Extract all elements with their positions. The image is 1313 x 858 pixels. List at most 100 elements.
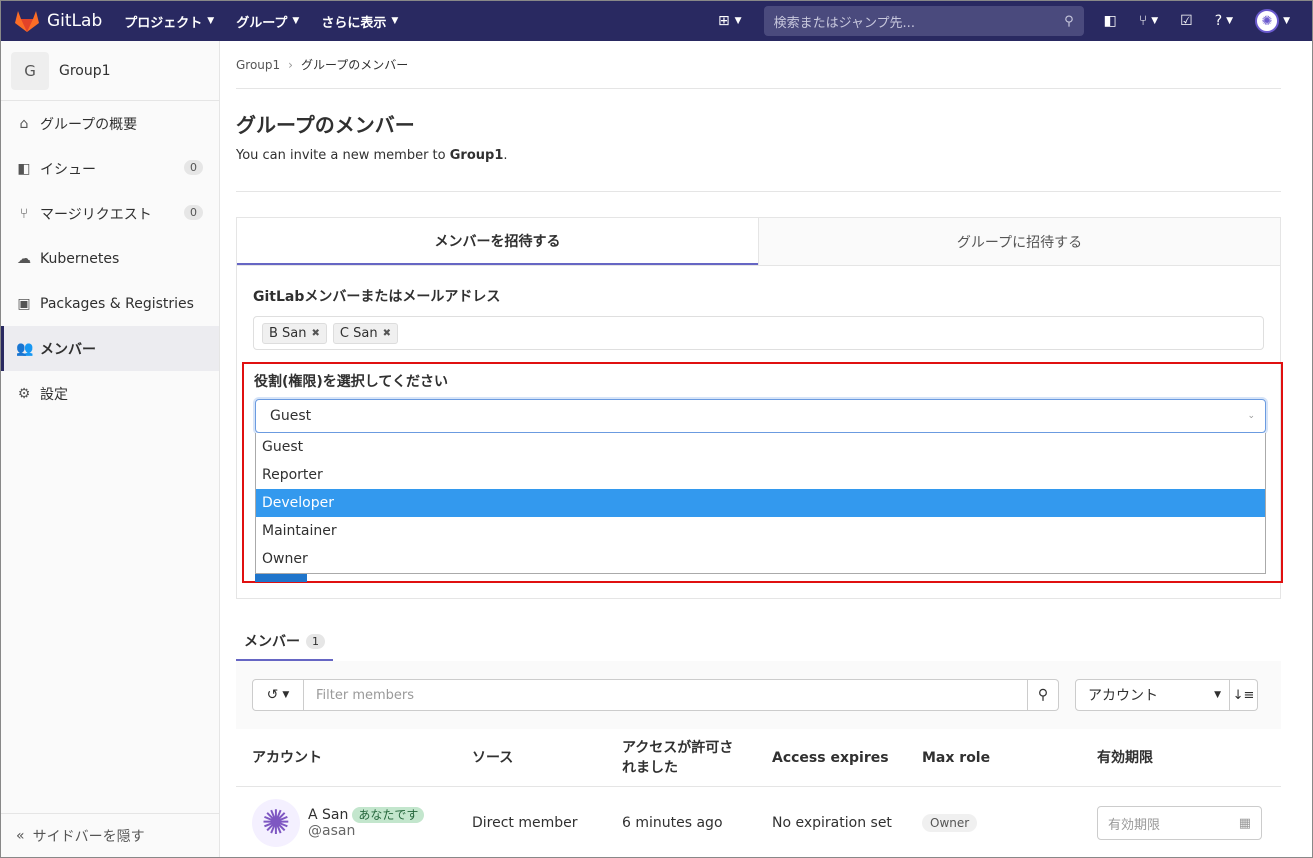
- breadcrumb: Group1 › グループのメンバー: [236, 41, 1281, 89]
- column-header: 有効期限: [1097, 750, 1153, 766]
- members-table-header: アカウント ソース アクセスが許可されました Access expires Ma…: [236, 729, 1281, 787]
- issues-icon: ◧: [17, 160, 31, 177]
- nav-more[interactable]: さらに表示 ▼: [321, 12, 398, 31]
- role-field-label: 役割(権限)を選択してください: [254, 374, 448, 390]
- member-token: C San ✖: [332, 322, 398, 344]
- sidebar-item-overview[interactable]: ⌂ グループの概要: [1, 101, 219, 146]
- sort-label: アカウント: [1088, 688, 1158, 704]
- collapse-sidebar-button[interactable]: « サイドバーを隠す: [1, 813, 219, 857]
- app-name: GitLab: [47, 11, 103, 31]
- user-menu[interactable]: ✺ ▼: [1255, 9, 1290, 33]
- group-avatar: G: [11, 51, 49, 90]
- nav-projects[interactable]: プロジェクト ▼: [124, 12, 214, 31]
- column-header: Max role: [922, 750, 991, 766]
- role-options-list: Guest Reporter Developer Maintainer Owne…: [255, 433, 1266, 574]
- search-icon: ⚲: [1064, 13, 1074, 29]
- group-sidebar: G Group1 ⌂ グループの概要 ◧ イシュー 0 ⑂ マージリクエスト 0 ☁ Kub…: [1, 41, 220, 857]
- help-icon: ?: [1214, 13, 1223, 29]
- token-label: C San: [339, 325, 378, 341]
- member-cell: ✺ A San あなたです @asan: [252, 788, 425, 858]
- expires-cell: No expiration set: [772, 815, 892, 831]
- page-title: グループのメンバー: [236, 113, 415, 137]
- chevron-down-icon: ▼: [1214, 690, 1221, 700]
- expiration-date-input[interactable]: 有効期限 ▦: [1097, 806, 1262, 840]
- member-token-input[interactable]: B San ✖ C San ✖: [253, 316, 1264, 350]
- sort-direction-button[interactable]: ↓≡: [1230, 679, 1258, 711]
- help-menu[interactable]: ? ▼: [1215, 13, 1233, 29]
- history-icon: ↺: [266, 687, 279, 703]
- highlight-annotation-box: 役割(権限)を選択してください Guest ⌄ Guest Reporter De…: [242, 362, 1283, 583]
- recent-searches-button[interactable]: ↺ ▼: [252, 679, 304, 711]
- sidebar-item-merge-requests[interactable]: ⑂ マージリクエスト 0: [1, 191, 219, 236]
- members-filter-bar: ↺ ▼ Filter members ⚲ アカウント ▼ ↓≡: [236, 661, 1281, 729]
- home-icon: ⌂: [19, 115, 29, 132]
- role-option-owner[interactable]: Owner: [256, 545, 1265, 573]
- sidebar-item-label: Kubernetes: [40, 250, 120, 267]
- gitlab-logo[interactable]: GitLab: [15, 10, 102, 32]
- tab-invite-member[interactable]: メンバーを招待する: [237, 218, 758, 265]
- search-icon: ⚲: [1037, 687, 1049, 703]
- close-icon[interactable]: ✖: [383, 328, 391, 339]
- invite-panel: メンバーを招待する グループに招待する GitLabメンバーまたはメールアドレス…: [236, 217, 1283, 599]
- kubernetes-icon: ☁: [17, 250, 31, 267]
- nav-groups[interactable]: グループ ▼: [236, 12, 299, 31]
- todos-shortcut[interactable]: ☑: [1180, 13, 1193, 29]
- collapse-sidebar-label: サイドバーを隠す: [32, 828, 145, 845]
- sidebar-item-settings[interactable]: ⚙ 設定: [1, 371, 219, 416]
- role-option-guest[interactable]: Guest: [256, 433, 1265, 461]
- avatar[interactable]: ✺: [252, 799, 300, 847]
- sort-ascending-icon: ↓≡: [1232, 687, 1255, 703]
- table-row: ✺ A San あなたです @asan Direct member 6 minut…: [236, 788, 1281, 858]
- column-header: Access expires: [772, 750, 889, 766]
- breadcrumb-group-link[interactable]: Group1: [236, 58, 280, 72]
- close-icon[interactable]: ✖: [312, 328, 320, 339]
- chevron-down-icon: ▼: [282, 690, 290, 700]
- count-badge: 0: [184, 160, 203, 175]
- merge-request-icon: ⑂: [19, 205, 29, 222]
- sidebar-item-label: マージリクエスト: [40, 206, 152, 223]
- role-select[interactable]: Guest ⌄: [255, 399, 1266, 433]
- merge-request-icon: ⑂: [1138, 13, 1148, 29]
- sidebar-item-members[interactable]: 👥 メンバー: [1, 326, 219, 371]
- role-option-maintainer[interactable]: Maintainer: [256, 517, 1265, 545]
- user-avatar: ✺: [1255, 9, 1280, 33]
- tab-members[interactable]: メンバー 1: [236, 623, 333, 661]
- role-badge: Owner: [922, 814, 978, 832]
- top-navbar: GitLab プロジェクト ▼ グループ ▼ さらに表示 ▼ ⊞ ▼ 検索またはジャンプ…: [1, 1, 1312, 41]
- sidebar-group-header[interactable]: G Group1: [1, 41, 219, 101]
- nav-more-label: さらに表示: [321, 15, 387, 31]
- member-name-line: A San あなたです: [308, 807, 425, 823]
- calendar-icon: ▦: [1238, 815, 1251, 831]
- role-option-reporter[interactable]: Reporter: [256, 461, 1265, 489]
- filter-members-input[interactable]: Filter members: [304, 679, 1028, 711]
- search-input[interactable]: 検索またはジャンプ先... ⚲: [763, 6, 1084, 36]
- members-tabs: メンバー 1: [236, 623, 1281, 662]
- sidebar-item-packages[interactable]: ▣ Packages & Registries: [1, 281, 219, 326]
- sort-select[interactable]: アカウント ▼: [1075, 679, 1230, 711]
- role-cell: Owner: [922, 788, 978, 858]
- sidebar-item-issues[interactable]: ◧ イシュー 0: [1, 146, 219, 191]
- merge-requests-shortcut[interactable]: ⑂ ▼: [1139, 13, 1158, 29]
- plus-square-icon: ⊞: [717, 13, 730, 29]
- double-chevron-left-icon: «: [16, 827, 25, 844]
- members-tab-label: メンバー: [244, 634, 300, 650]
- sidebar-item-kubernetes[interactable]: ☁ Kubernetes: [1, 236, 219, 281]
- group-name: Group1: [59, 62, 111, 79]
- member-name[interactable]: A San: [308, 807, 348, 823]
- filter-placeholder: Filter members: [316, 687, 415, 703]
- issues-icon: ◧: [1103, 13, 1117, 29]
- column-header: アクセスが許可されました: [622, 740, 734, 776]
- filter-search-button[interactable]: ⚲: [1028, 679, 1059, 711]
- tab-invite-group[interactable]: グループに招待する: [758, 218, 1280, 265]
- search-placeholder: 検索またはジャンプ先...: [773, 15, 915, 31]
- column-header: ソース: [472, 750, 514, 766]
- new-item-button[interactable]: ⊞ ▼: [718, 13, 742, 29]
- invite-submit-button[interactable]: [255, 574, 307, 582]
- settings-icon: ⚙: [17, 385, 31, 402]
- chevron-down-icon: ▼: [1151, 16, 1159, 26]
- divider: [236, 191, 1281, 192]
- role-option-developer[interactable]: Developer: [256, 489, 1265, 517]
- users-icon: 👥: [16, 340, 34, 357]
- issues-shortcut[interactable]: ◧: [1104, 13, 1117, 29]
- subtitle-group: Group1: [449, 148, 504, 163]
